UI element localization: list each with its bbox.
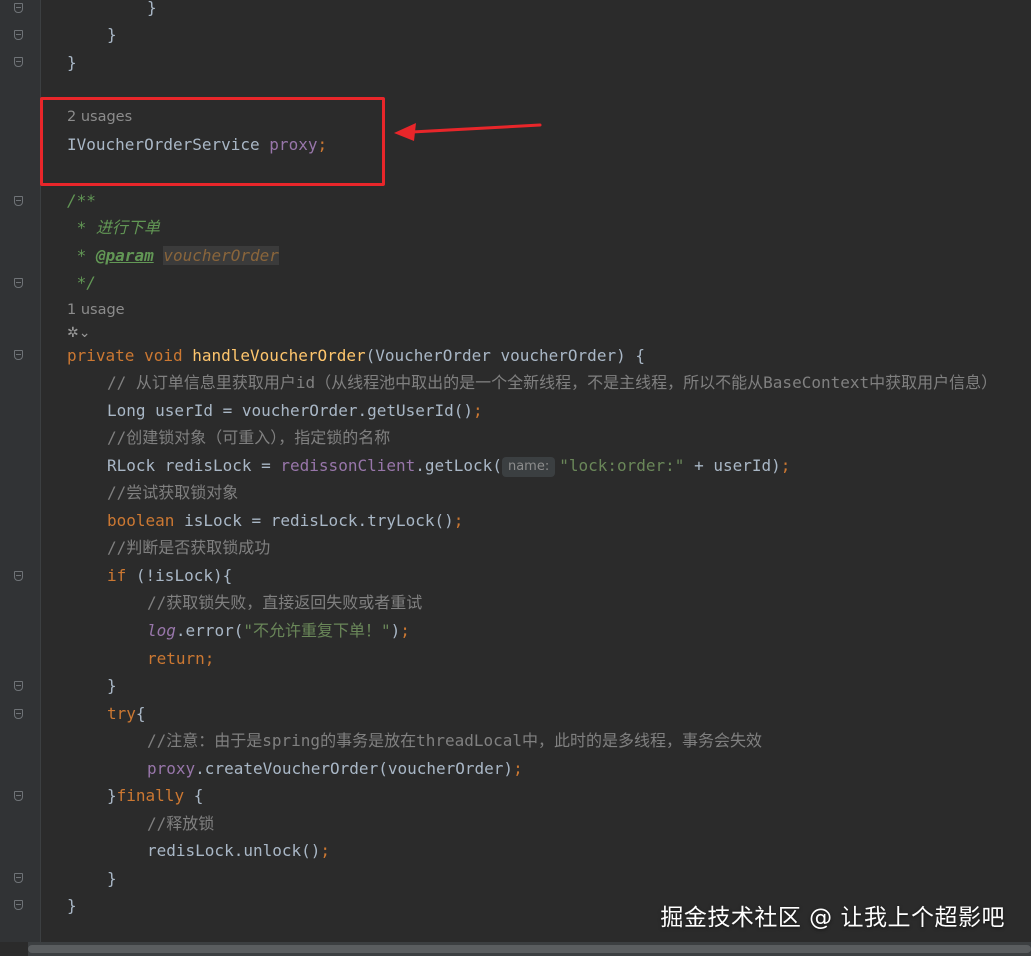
- code-line[interactable]: Long userId = voucherOrder.getUserId();: [107, 397, 483, 424]
- statement: Long userId = voucherOrder.getUserId(): [107, 401, 474, 420]
- statement: redisLock.unlock(): [147, 841, 321, 860]
- code-line[interactable]: }: [107, 865, 117, 892]
- brace: }: [107, 786, 117, 805]
- javadoc-close[interactable]: */: [67, 269, 96, 296]
- fold-marker-icon[interactable]: [14, 873, 23, 883]
- brace: }: [107, 676, 117, 695]
- semicolon: ;: [453, 511, 464, 530]
- fold-marker-icon[interactable]: [14, 571, 23, 581]
- fold-marker-icon[interactable]: [14, 30, 23, 40]
- method-call: .error(: [175, 621, 244, 640]
- fold-marker-icon[interactable]: [14, 350, 23, 360]
- semicolon: ;: [780, 456, 791, 475]
- code-line[interactable]: }finally {: [107, 782, 203, 809]
- code-line[interactable]: proxy.createVoucherOrder(voucherOrder);: [147, 755, 523, 782]
- fold-marker-icon[interactable]: [14, 681, 23, 691]
- paren: ): [390, 621, 401, 640]
- code-line[interactable]: boolean isLock = redisLock.tryLock();: [107, 507, 463, 534]
- horizontal-scrollbar[interactable]: [28, 942, 1031, 956]
- params: (VoucherOrder voucherOrder) {: [365, 346, 645, 365]
- code-line[interactable]: return;: [147, 645, 214, 672]
- fold-marker-icon[interactable]: [14, 57, 23, 67]
- watermark: 掘金技术社区 @ 让我上个超影吧: [660, 905, 1005, 931]
- semicolon: ;: [400, 621, 410, 640]
- code-line[interactable]: }: [107, 672, 117, 699]
- method-name: handleVoucherOrder: [192, 346, 366, 365]
- semicolon: ;: [473, 401, 483, 420]
- comment-line[interactable]: //释放锁: [147, 810, 214, 837]
- field-name: redissonClient: [280, 456, 416, 475]
- comment-line[interactable]: //尝试获取锁对象: [107, 479, 238, 506]
- keyword: try: [107, 704, 136, 723]
- annotation-arrow-icon: [394, 123, 542, 141]
- method-signature[interactable]: private void handleVoucherOrder(VoucherO…: [67, 342, 645, 369]
- keyword: boolean: [107, 511, 185, 530]
- method-call: .getLock(: [415, 456, 502, 475]
- brace: {: [193, 786, 204, 805]
- fold-marker-icon[interactable]: [14, 3, 23, 13]
- statement: isLock = redisLock.tryLock(): [184, 511, 454, 530]
- parameter-hint: name:: [501, 457, 556, 477]
- semicolon: ;: [320, 841, 331, 860]
- field-name: log: [147, 621, 176, 640]
- code-line[interactable]: try{: [107, 700, 146, 727]
- fold-marker-icon[interactable]: [14, 791, 23, 801]
- statement: (!isLock){: [135, 566, 233, 585]
- semicolon: ;: [204, 649, 215, 668]
- semicolon: ;: [513, 759, 523, 778]
- comment-line[interactable]: // 从订单信息里获取用户id（从线程池中取出的是一个全新线程，不是主线程，所以…: [107, 369, 997, 396]
- keyword: if: [107, 566, 136, 585]
- annotation-highlight-box: [40, 97, 385, 186]
- comment-line[interactable]: //注意：由于是spring的事务是放在threadLocal中，此时的是多线程…: [147, 727, 762, 754]
- brace: {: [135, 704, 146, 723]
- brace: }: [107, 25, 117, 44]
- fold-marker-icon[interactable]: [14, 709, 23, 719]
- comment-line[interactable]: //获取锁失败，直接返回失败或者重试: [147, 589, 422, 616]
- code-line[interactable]: }: [67, 892, 77, 919]
- statement: RLock redisLock =: [107, 456, 281, 475]
- keyword: private: [67, 346, 145, 365]
- brace: }: [107, 869, 117, 888]
- javadoc-param-name: voucherOrder: [163, 246, 279, 265]
- javadoc-star: *: [67, 246, 96, 265]
- javadoc-open[interactable]: /**: [67, 187, 96, 214]
- comment-line[interactable]: //创建锁对象（可重入），指定锁的名称: [107, 424, 390, 451]
- code-line[interactable]: }: [107, 21, 117, 48]
- code-line[interactable]: redisLock.unlock();: [147, 837, 330, 864]
- keyword: finally: [116, 786, 194, 805]
- brace: }: [147, 0, 157, 17]
- fold-marker-icon[interactable]: [14, 900, 23, 910]
- brace: }: [67, 896, 77, 915]
- ai-assistant-icon[interactable]: ✲⌄: [67, 323, 97, 343]
- javadoc-tag: @param: [95, 246, 154, 265]
- code-line[interactable]: RLock redisLock = redissonClient.getLock…: [107, 452, 790, 479]
- fold-marker-icon[interactable]: [14, 278, 23, 288]
- comment-line[interactable]: //判断是否获取锁成功: [107, 534, 270, 561]
- fold-marker-icon[interactable]: [14, 196, 23, 206]
- code-line[interactable]: log.error("不允许重复下单！");: [147, 617, 410, 644]
- keyword: void: [144, 346, 193, 365]
- code-line[interactable]: }: [147, 0, 157, 21]
- keyword: return: [147, 649, 205, 668]
- statement: + userId): [684, 456, 781, 475]
- javadoc-description[interactable]: * 进行下单: [67, 214, 160, 241]
- string-literal: "lock:order:": [559, 456, 685, 475]
- code-line[interactable]: }: [67, 49, 77, 76]
- field-name: proxy: [147, 759, 196, 778]
- brace: }: [67, 53, 77, 72]
- usages-hint[interactable]: 1 usage: [67, 302, 125, 318]
- method-call: .createVoucherOrder(voucherOrder): [195, 759, 514, 778]
- javadoc-param[interactable]: * @param voucherOrder: [67, 242, 279, 269]
- scrollbar-thumb[interactable]: [28, 945, 1031, 953]
- string-literal: "不允许重复下单！": [243, 621, 391, 640]
- code-line[interactable]: if (!isLock){: [107, 562, 232, 589]
